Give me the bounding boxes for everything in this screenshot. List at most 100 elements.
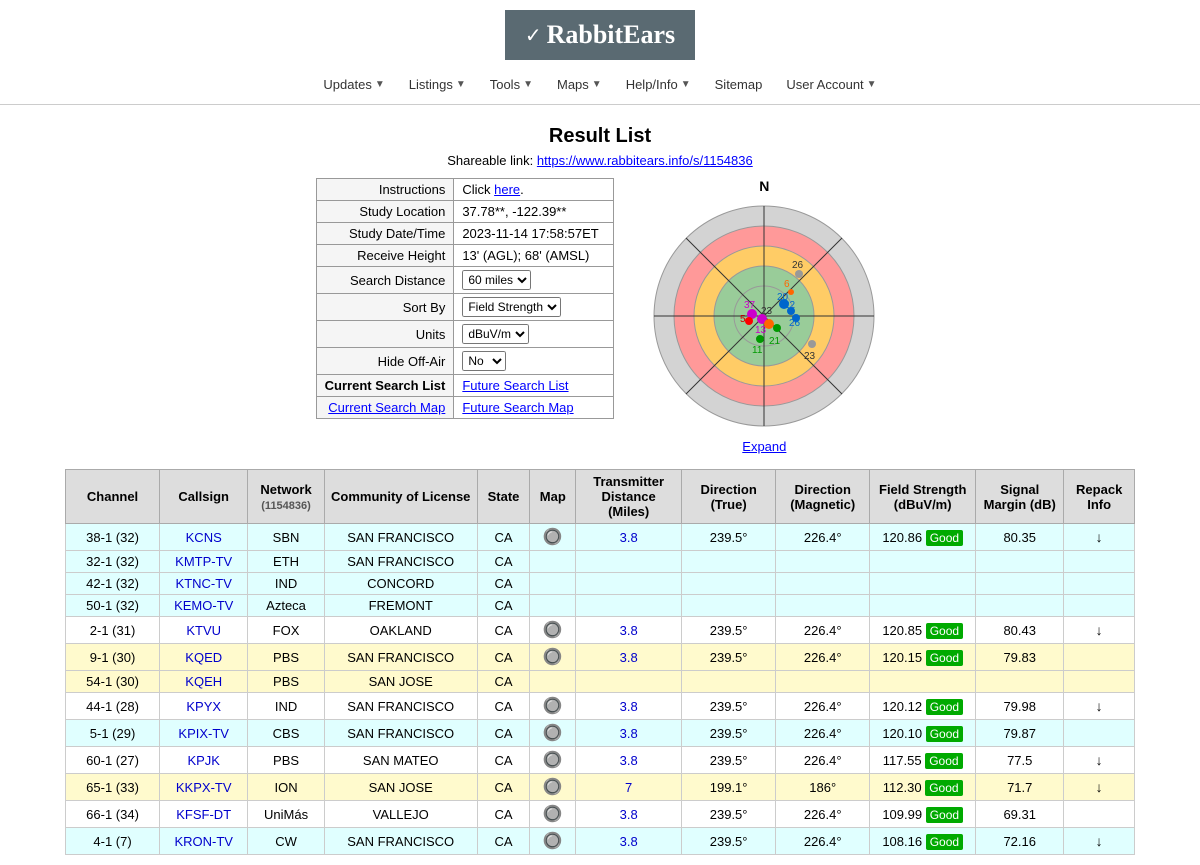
nav-maps[interactable]: Maps ▼ xyxy=(545,73,614,96)
location-row: Study Location 37.78**, -122.39** xyxy=(316,201,614,223)
table-row: 2-1 (31) KTVU FOX OAKLAND CA 🔘 3.8 239.5… xyxy=(66,617,1135,644)
state-cell: CA xyxy=(477,747,530,774)
svg-text:26: 26 xyxy=(789,318,801,329)
units-select[interactable]: dBuV/m dBm dBuV xyxy=(462,324,529,344)
map-icon: 🔘 xyxy=(543,752,563,769)
network-header: Network (1154836) xyxy=(248,470,324,524)
trans-dist-cell: 3.8 xyxy=(576,693,682,720)
nav-tools[interactable]: Tools ▼ xyxy=(478,73,545,96)
callsign-cell: KMTP-TV xyxy=(160,551,248,573)
community-cell: SAN FRANCISCO xyxy=(324,644,477,671)
future-search-map-cell: Future Search Map xyxy=(454,397,614,419)
table-row: 42-1 (32) KTNC-TV IND CONCORD CA xyxy=(66,573,1135,595)
sortby-select[interactable]: Field Strength Channel Callsign Directio… xyxy=(462,297,561,317)
callsign-link[interactable]: KFSF-DT xyxy=(176,807,231,822)
callsign-link[interactable]: KPYX xyxy=(186,699,221,714)
callsign-cell: KTNC-TV xyxy=(160,573,248,595)
table-row: 44-1 (28) KPYX IND SAN FRANCISCO CA 🔘 3.… xyxy=(66,693,1135,720)
expand-link[interactable]: Expand xyxy=(742,439,786,454)
units-label: Units xyxy=(316,321,454,348)
map-icon: 🔘 xyxy=(543,649,563,666)
datetime-label: Study Date/Time xyxy=(316,223,454,245)
distance-select[interactable]: 60 miles 30 miles 90 miles xyxy=(462,270,531,290)
map-cell: 🔘 xyxy=(530,801,576,828)
callsign-link[interactable]: KCNS xyxy=(186,530,222,545)
svg-text:11: 11 xyxy=(752,345,763,356)
map-cell: 🔘 xyxy=(530,828,576,855)
trans-dist-link[interactable]: 3.8 xyxy=(620,699,638,714)
repack-cell xyxy=(1064,573,1135,595)
callsign-link[interactable]: KPJK xyxy=(187,753,220,768)
instructions-link[interactable]: here xyxy=(494,182,520,197)
callsign-link[interactable]: KEMO-TV xyxy=(174,598,233,613)
hideoffair-select[interactable]: No Yes xyxy=(462,351,506,371)
transmitter-header: Transmitter Distance (Miles) xyxy=(576,470,682,524)
units-cell: dBuV/m dBm dBuV xyxy=(454,321,614,348)
signal-cell: 80.35 xyxy=(976,524,1064,551)
state-cell: CA xyxy=(477,573,530,595)
network-cell: ETH xyxy=(248,551,324,573)
trans-dist-link[interactable]: 3.8 xyxy=(620,726,638,741)
callsign-link[interactable]: KRON-TV xyxy=(174,834,233,849)
dir-mag-cell: 226.4° xyxy=(776,747,870,774)
units-row: Units dBuV/m dBm dBuV xyxy=(316,321,614,348)
trans-dist-link[interactable]: 3.8 xyxy=(620,807,638,822)
trans-dist-link[interactable]: 7 xyxy=(625,780,632,795)
dir-true-cell: 239.5° xyxy=(682,617,776,644)
compass-diagram: 37 13 23 5 20 22 26 21 11 26 xyxy=(644,196,884,436)
table-row: 38-1 (32) KCNS SBN SAN FRANCISCO CA 🔘 3.… xyxy=(66,524,1135,551)
future-search-list-button[interactable]: Future Search List xyxy=(462,378,568,393)
callsign-link[interactable]: KTNC-TV xyxy=(176,576,232,591)
trans-dist-cell: 3.8 xyxy=(576,828,682,855)
trans-dist-link[interactable]: 3.8 xyxy=(620,650,638,665)
dir-true-cell: 239.5° xyxy=(682,828,776,855)
distance-label: Search Distance xyxy=(316,267,454,294)
trans-dist-cell: 3.8 xyxy=(576,644,682,671)
dir-mag-cell: 226.4° xyxy=(776,693,870,720)
callsign-link[interactable]: KPIX-TV xyxy=(178,726,229,741)
nav-user-account[interactable]: User Account ▼ xyxy=(774,73,888,96)
nav-tools-arrow: ▼ xyxy=(523,79,533,90)
trans-dist-link[interactable]: 3.8 xyxy=(620,530,638,545)
state-cell: CA xyxy=(477,828,530,855)
map-cell xyxy=(530,551,576,573)
trans-dist-cell: 3.8 xyxy=(576,617,682,644)
callsign-link[interactable]: KQEH xyxy=(185,674,222,689)
table-row: 54-1 (30) KQEH PBS SAN JOSE CA xyxy=(66,671,1135,693)
callsign-link[interactable]: KMTP-TV xyxy=(175,554,232,569)
dir-mag-cell: 226.4° xyxy=(776,617,870,644)
callsign-cell: KRON-TV xyxy=(160,828,248,855)
callsign-link[interactable]: KKPX-TV xyxy=(176,780,232,795)
callsign-link[interactable]: KQED xyxy=(185,650,222,665)
trans-dist-cell: 3.8 xyxy=(576,524,682,551)
main-content: Result List Shareable link: https://www.… xyxy=(50,105,1150,865)
good-badge: Good xyxy=(926,726,963,742)
callsign-link[interactable]: KTVU xyxy=(186,623,221,638)
field-cell: 109.99 Good xyxy=(870,801,976,828)
network-cell: SBN xyxy=(248,524,324,551)
nav-sitemap[interactable]: Sitemap xyxy=(703,73,775,96)
dir-true-cell: 239.5° xyxy=(682,801,776,828)
field-cell xyxy=(870,595,976,617)
current-search-map-button[interactable]: Current Search Map xyxy=(328,400,445,415)
dir-true-cell: 239.5° xyxy=(682,720,776,747)
nav-listings[interactable]: Listings ▼ xyxy=(397,73,478,96)
trans-dist-link[interactable]: 3.8 xyxy=(620,834,638,849)
good-badge: Good xyxy=(925,780,962,796)
trans-dist-link[interactable]: 3.8 xyxy=(620,623,638,638)
nav-updates[interactable]: Updates ▼ xyxy=(311,73,396,96)
channel-cell: 9-1 (30) xyxy=(66,644,160,671)
results-table: Channel Callsign Network (1154836) Commu… xyxy=(65,469,1135,855)
nav-helpinfo[interactable]: Help/Info ▼ xyxy=(614,73,703,96)
community-cell: FREMONT xyxy=(324,595,477,617)
signal-cell: 71.7 xyxy=(976,774,1064,801)
channel-cell: 5-1 (29) xyxy=(66,720,160,747)
signal-cell: 77.5 xyxy=(976,747,1064,774)
community-cell: SAN FRANCISCO xyxy=(324,720,477,747)
good-badge: Good xyxy=(925,753,962,769)
future-search-map-button[interactable]: Future Search Map xyxy=(462,400,573,415)
nav-user-account-arrow: ▼ xyxy=(867,79,877,90)
shareable-url[interactable]: https://www.rabbitears.info/s/1154836 xyxy=(537,153,753,168)
trans-dist-link[interactable]: 3.8 xyxy=(620,753,638,768)
location-label: Study Location xyxy=(316,201,454,223)
